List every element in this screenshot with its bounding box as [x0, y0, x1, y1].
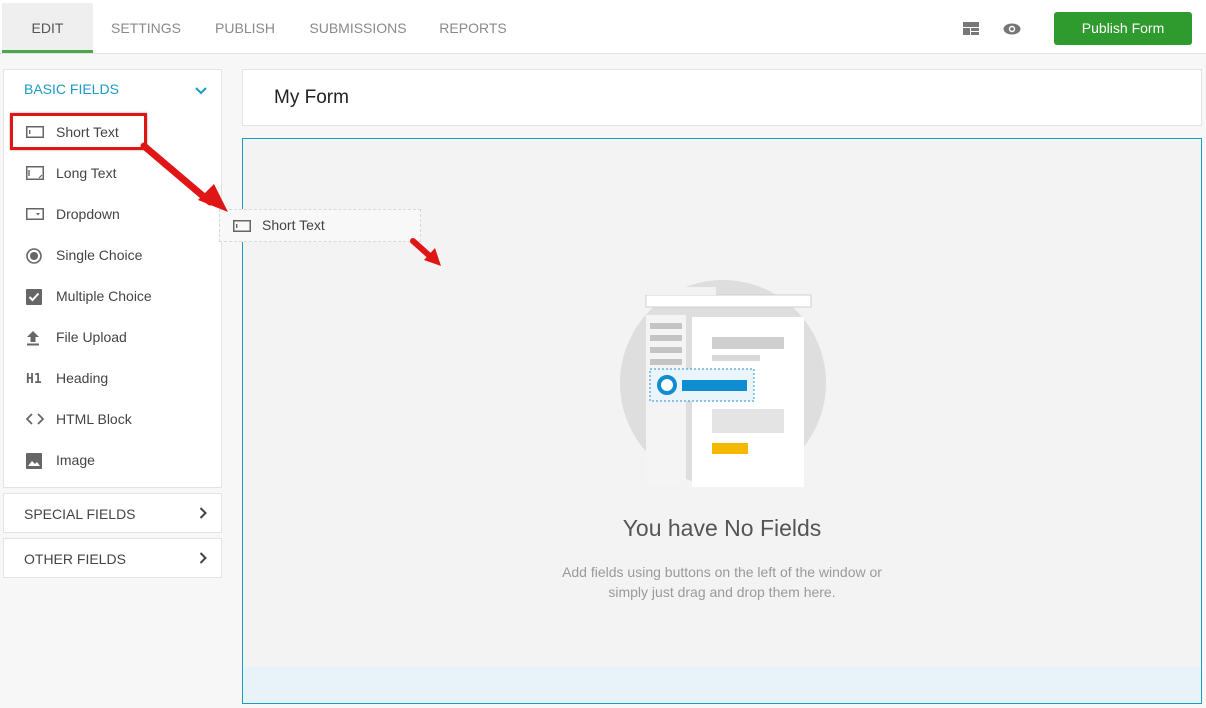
checkbox-icon: [26, 289, 44, 305]
special-fields-header[interactable]: SPECIAL FIELDS: [24, 506, 136, 522]
field-label: Single Choice: [56, 247, 143, 263]
tab-reports[interactable]: REPORTS: [430, 3, 516, 53]
empty-desc-line-1: Add fields using buttons on the left of …: [562, 564, 882, 580]
drop-zone-footer: [243, 667, 1201, 703]
code-icon: [25, 412, 45, 428]
dropdown-icon: [26, 207, 44, 223]
chevron-right-icon[interactable]: [199, 551, 207, 569]
empty-desc-line-2: simply just drag and drop them here.: [608, 584, 836, 600]
top-nav-bar: EDIT SETTINGS PUBLISH SUBMISSIONS REPORT…: [0, 0, 1206, 54]
svg-text:H1: H1: [26, 372, 42, 385]
field-file-upload[interactable]: File Upload: [24, 323, 204, 353]
dragging-field-label: Short Text: [262, 217, 325, 233]
form-header: My Form: [242, 69, 1202, 126]
empty-form-illustration-icon: [620, 280, 826, 487]
eye-icon[interactable]: [1003, 22, 1021, 40]
empty-state-description: Add fields using buttons on the left of …: [243, 562, 1201, 602]
tab-submissions[interactable]: SUBMISSIONS: [300, 3, 416, 53]
field-label: Long Text: [56, 165, 117, 181]
field-dropdown[interactable]: Dropdown: [24, 200, 204, 230]
chevron-down-icon[interactable]: [195, 82, 207, 100]
special-fields-panel[interactable]: SPECIAL FIELDS: [3, 493, 222, 533]
field-label: HTML Block: [56, 411, 132, 427]
field-multiple-choice[interactable]: Multiple Choice: [24, 282, 204, 312]
other-fields-header[interactable]: OTHER FIELDS: [24, 551, 126, 567]
other-fields-panel[interactable]: OTHER FIELDS: [3, 538, 222, 578]
long-text-icon: [26, 166, 44, 182]
field-long-text[interactable]: Long Text: [24, 159, 204, 189]
dragging-field-ghost[interactable]: Short Text: [219, 209, 421, 242]
empty-state-title: You have No Fields: [622, 515, 822, 541]
image-icon: [26, 453, 44, 469]
h1-icon: H1: [26, 371, 44, 387]
tab-settings[interactable]: SETTINGS: [104, 3, 188, 53]
annotation-highlight-box: [10, 113, 147, 150]
field-label: Heading: [56, 370, 109, 386]
field-image[interactable]: Image: [24, 446, 204, 476]
form-title[interactable]: My Form: [274, 87, 349, 109]
field-heading[interactable]: H1 Heading: [24, 364, 204, 394]
field-html-block[interactable]: HTML Block: [24, 405, 204, 435]
radio-icon: [26, 248, 44, 264]
publish-form-button[interactable]: Publish Form: [1054, 12, 1192, 45]
layout-icon[interactable]: [963, 22, 979, 40]
field-label: File Upload: [56, 329, 127, 345]
basic-fields-header[interactable]: BASIC FIELDS: [24, 81, 119, 97]
field-label: Image: [56, 452, 95, 468]
tab-publish[interactable]: PUBLISH: [204, 3, 286, 53]
field-label: Multiple Choice: [56, 288, 152, 304]
short-text-icon: [233, 219, 251, 235]
upload-icon: [26, 330, 44, 346]
chevron-right-icon[interactable]: [199, 506, 207, 524]
field-label: Dropdown: [56, 206, 120, 222]
field-single-choice[interactable]: Single Choice: [24, 241, 204, 271]
tab-edit[interactable]: EDIT: [2, 3, 93, 53]
